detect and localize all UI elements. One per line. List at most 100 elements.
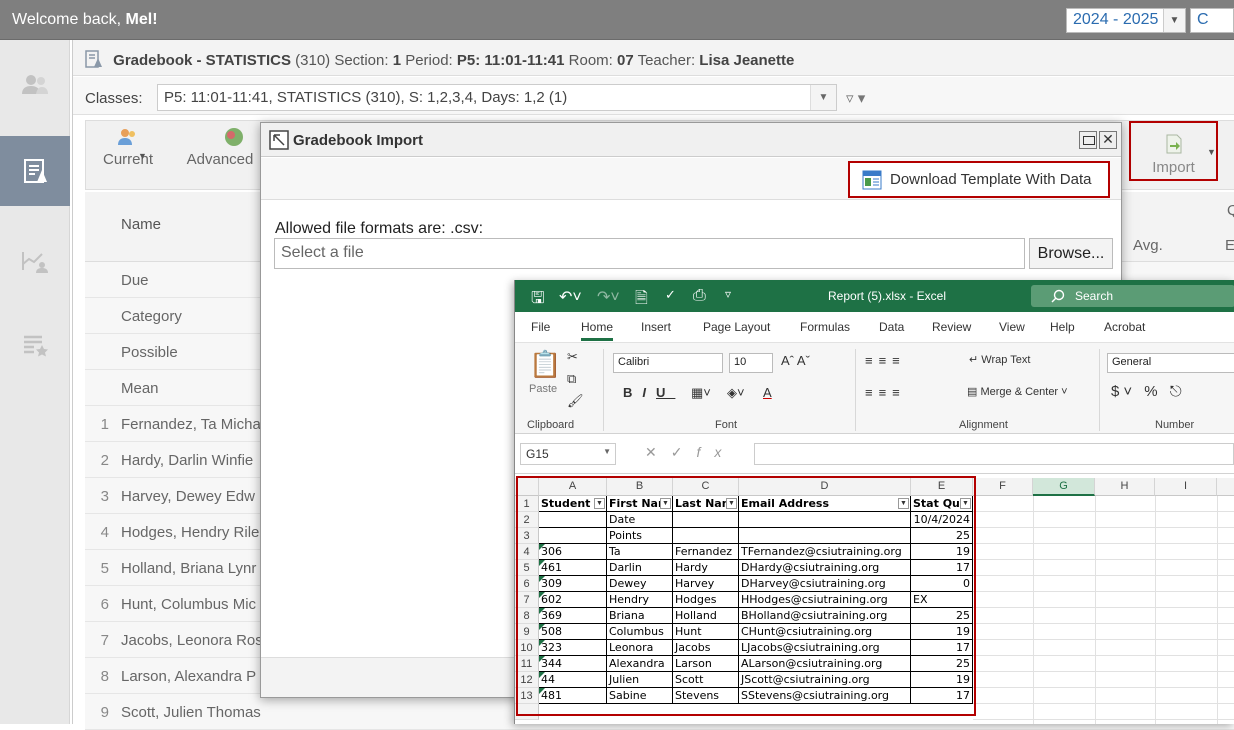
cut-icon[interactable]: ✂ — [567, 349, 578, 365]
number-group-label: Number — [1155, 419, 1195, 431]
grow-font-icon[interactable]: Aˆ Aˇ — [781, 353, 810, 368]
import-button[interactable]: Import ▼ — [1129, 121, 1218, 181]
maximize-icon[interactable] — [1079, 131, 1097, 149]
dialog-app-icon — [269, 130, 289, 150]
tab-insert[interactable]: Insert — [641, 320, 671, 334]
font-name-select[interactable]: Calibri — [613, 353, 723, 373]
fill-color-icon[interactable]: ◈˅ — [727, 385, 745, 401]
paste-icon[interactable]: 📋 — [529, 349, 561, 380]
tab-view[interactable]: View — [999, 320, 1025, 334]
format-painter-icon[interactable]: 🖌 — [567, 393, 584, 409]
column-header-selected[interactable]: G — [1033, 478, 1095, 496]
gridline — [1033, 496, 1034, 724]
tab-review[interactable]: Review — [932, 320, 971, 334]
gridline — [1217, 496, 1218, 724]
gridline — [973, 511, 1234, 512]
tab-help[interactable]: Help — [1050, 320, 1075, 334]
users-color-icon — [118, 129, 135, 145]
paste-button[interactable]: Paste — [529, 383, 557, 395]
standards-nav-item[interactable] — [0, 310, 70, 380]
column-header[interactable]: F — [973, 478, 1033, 496]
browse-button[interactable]: Browse... — [1029, 238, 1113, 269]
advanced-button[interactable]: Advanced — [182, 125, 258, 168]
gridline — [973, 575, 1234, 576]
gridline — [973, 543, 1234, 544]
gridline — [973, 703, 1234, 704]
formula-input[interactable] — [754, 443, 1234, 465]
dialog-title-bar[interactable]: Gradebook Import ✕ — [261, 123, 1121, 157]
chevron-down-icon[interactable]: ▼ — [1163, 9, 1185, 32]
current-button[interactable]: Current — [96, 125, 160, 168]
school-year-select[interactable]: 2024 - 2025 ▼ — [1066, 8, 1186, 33]
building-select[interactable]: C — [1190, 8, 1234, 33]
chevron-down-icon[interactable]: ▼ — [810, 85, 836, 110]
undo-icon[interactable]: ↶˅ — [559, 287, 582, 307]
gradebook-icon — [85, 50, 102, 68]
copy-icon[interactable]: ⧉ — [567, 371, 576, 387]
classes-row: Classes: P5: 11:01-11:41, STATISTICS (31… — [73, 77, 1234, 115]
vertical-align-icons[interactable]: ≡≡≡ — [865, 353, 906, 368]
average-column-header[interactable]: Avg. — [1133, 237, 1163, 254]
ribbon-separator — [603, 349, 604, 431]
column-header[interactable]: I — [1155, 478, 1217, 496]
assignment-column-header[interactable]: Q — [1227, 202, 1234, 219]
gradebook-icon — [24, 159, 47, 183]
borders-icon[interactable]: ▦˅ — [691, 385, 711, 401]
classes-select[interactable]: P5: 11:01-11:41, STATISTICS (310), S: 1,… — [157, 84, 837, 111]
dialog-title: Gradebook Import — [293, 132, 424, 149]
classes-select-value: P5: 11:01-11:41, STATISTICS (310), S: 1,… — [164, 89, 568, 106]
formula-bar: G15 ▼ ✕✓fx — [515, 434, 1234, 474]
tab-file[interactable]: File — [531, 320, 550, 334]
wrap-text-button[interactable]: ↵ Wrap Text — [969, 353, 1030, 366]
import-dropdown-caret[interactable]: ▼ — [1207, 147, 1216, 157]
formula-bar-icons[interactable]: ✕✓fx — [645, 444, 735, 461]
customize-toolbar-icon[interactable]: ▿ — [725, 287, 731, 301]
tab-formulas[interactable]: Formulas — [800, 320, 850, 334]
list-star-icon — [24, 335, 48, 357]
excel-ribbon: 📋 Paste ✂ ⧉ 🖌 Calibri 10 Aˆ Aˇ BIU ▦˅ ◈˅… — [515, 342, 1234, 434]
import-icon — [1166, 134, 1181, 154]
name-column-header[interactable]: Name — [121, 216, 161, 233]
excel-ribbon-tabs: File Home Insert Page Layout Formulas Da… — [515, 312, 1234, 342]
file-select-input[interactable]: Select a file — [274, 238, 1025, 269]
excel-file-name: Report (5).xlsx - Excel — [828, 289, 947, 303]
current-dropdown-caret[interactable]: ▼ — [138, 151, 147, 161]
ribbon-separator — [855, 349, 856, 431]
column-header[interactable]: H — [1095, 478, 1155, 496]
new-file-icon[interactable]: 🗎 — [635, 287, 648, 314]
tab-page-layout[interactable]: Page Layout — [703, 320, 770, 334]
name-box[interactable]: G15 ▼ — [520, 443, 616, 465]
filter-icon[interactable]: ▿ ▾ — [846, 89, 865, 107]
excel-highlight-box — [516, 476, 976, 716]
gridline — [973, 591, 1234, 592]
spreadsheet-icon — [862, 170, 882, 190]
clipboard-group-label: Clipboard — [527, 419, 575, 431]
assignment-subheader: E — [1225, 237, 1234, 254]
gridline — [973, 671, 1234, 672]
redo-icon[interactable]: ↷˅ — [597, 287, 620, 307]
students-nav-item[interactable] — [0, 50, 70, 120]
top-bar: Welcome back, Mel! 2024 - 2025 ▼ C — [0, 0, 1234, 40]
merge-center-button[interactable]: ▤ Merge & Center ˅ — [967, 385, 1068, 398]
font-size-select[interactable]: 10 — [729, 353, 773, 373]
save-icon[interactable]: 🖫 — [531, 287, 545, 314]
tab-acrobat[interactable]: Acrobat — [1104, 320, 1145, 334]
print-icon[interactable]: ⎙ — [693, 287, 706, 305]
gridline — [973, 639, 1234, 640]
close-icon[interactable]: ✕ — [1099, 131, 1117, 149]
excel-search-box[interactable]: Search — [1031, 285, 1234, 307]
horizontal-align-icons[interactable]: ≡≡≡ — [865, 385, 906, 400]
column-header[interactable] — [1217, 478, 1234, 496]
spelling-icon[interactable]: ✓ — [665, 287, 676, 303]
gridline — [973, 719, 1234, 720]
advanced-icon — [225, 128, 243, 146]
tab-home[interactable]: Home — [581, 320, 614, 341]
gradebook-nav-item[interactable] — [0, 136, 70, 206]
font-style-buttons[interactable]: BIU — [623, 385, 675, 400]
number-format-select[interactable]: General — [1107, 353, 1234, 373]
download-template-button[interactable]: Download Template With Data — [848, 161, 1110, 198]
number-format-buttons[interactable]: $˅ % ⎋ — [1111, 383, 1186, 400]
tab-data[interactable]: Data — [879, 320, 904, 334]
reports-nav-item[interactable] — [0, 226, 70, 296]
font-color-icon[interactable]: A — [763, 385, 772, 400]
